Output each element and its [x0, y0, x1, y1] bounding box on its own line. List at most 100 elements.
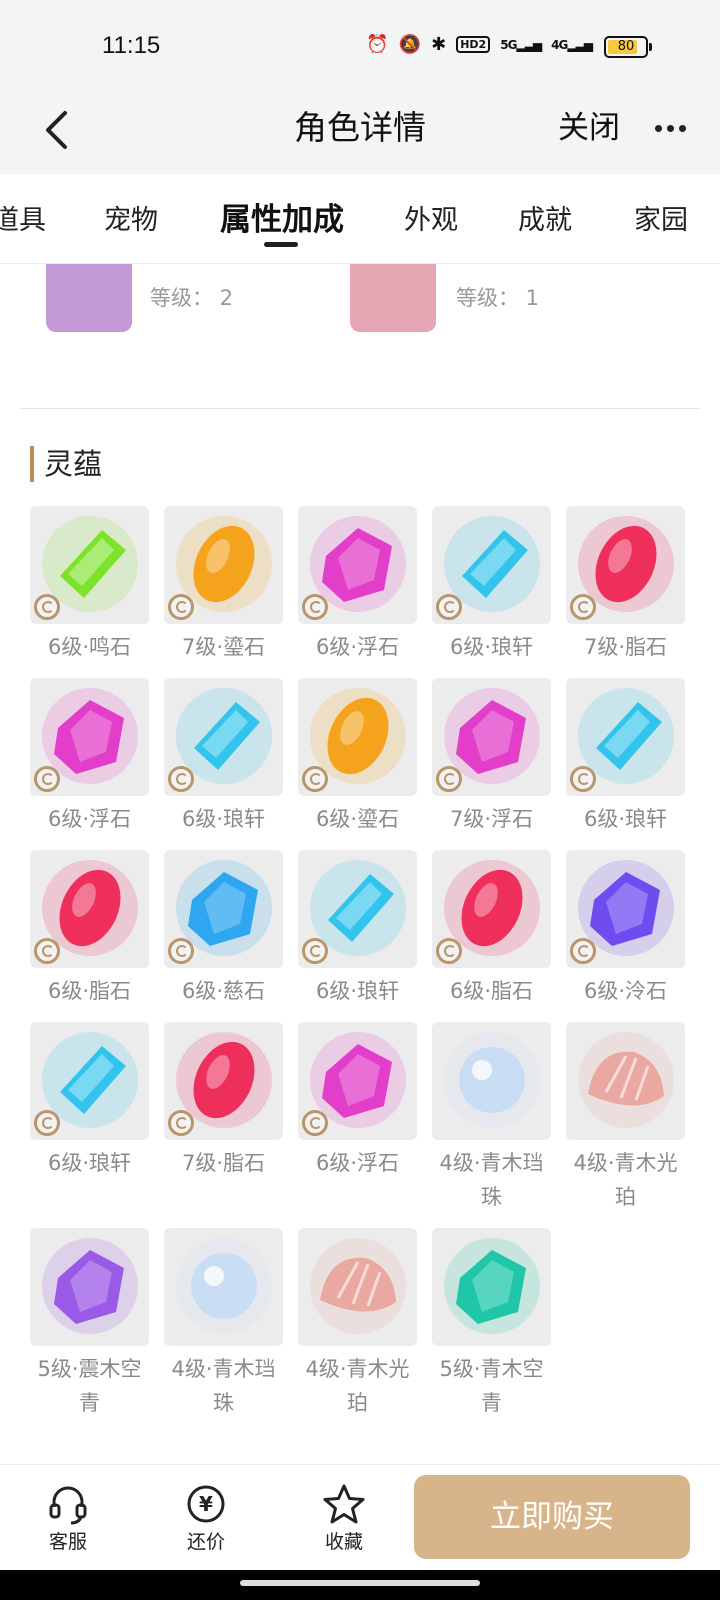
lingyun-item-image[interactable] [164, 1228, 283, 1346]
bound-badge-icon [34, 938, 60, 964]
gem-icon [310, 1238, 406, 1334]
lingyun-item[interactable]: 4级·青木光珀 [298, 1228, 417, 1420]
lingyun-item-image[interactable] [566, 506, 685, 624]
pet-level: 等级： 2 [150, 286, 234, 310]
lingyun-item-label: 7级·脂石 [181, 1151, 266, 1175]
lingyun-item-image[interactable] [298, 850, 417, 968]
bottom-bar: 客服 ¥ 还价 收藏 立即购买 [0, 1464, 720, 1570]
bargain-button[interactable]: ¥ 还价 [166, 1483, 246, 1554]
lingyun-item[interactable]: 6级·琅轩 [164, 678, 283, 836]
lingyun-item[interactable]: 6级·鸣石 [30, 506, 149, 664]
lingyun-item-image[interactable] [298, 678, 417, 796]
bluetooth-icon: ✱ [431, 34, 447, 55]
lingyun-item-image[interactable] [30, 678, 149, 796]
pet-image[interactable] [46, 264, 132, 332]
lingyun-item[interactable]: 7级·浮石 [432, 678, 551, 836]
lingyun-item-label: 4级·青木光珀 [573, 1151, 678, 1209]
lingyun-item[interactable]: 5级·震木空青 [30, 1228, 149, 1420]
bound-badge-icon [570, 594, 596, 620]
active-tab-indicator [264, 242, 298, 247]
home-indicator[interactable] [240, 1580, 480, 1586]
battery-icon: 80 [604, 36, 652, 58]
lingyun-item[interactable]: 6级·浮石 [298, 506, 417, 664]
bound-badge-icon [168, 766, 194, 792]
lingyun-item-label: 6级·泠石 [583, 979, 668, 1003]
lingyun-item[interactable]: 6级·琅轩 [298, 850, 417, 1008]
tab-home[interactable]: 家园 [634, 198, 688, 237]
lingyun-item[interactable]: 4级·青木光珀 [566, 1022, 685, 1214]
lingyun-item[interactable]: 6级·脂石 [432, 850, 551, 1008]
lingyun-item-label: 6级·瑬石 [315, 807, 400, 831]
service-button[interactable]: 客服 [28, 1483, 108, 1554]
lingyun-item-image[interactable] [432, 678, 551, 796]
lingyun-item-image[interactable] [432, 1022, 551, 1140]
favorite-button[interactable]: 收藏 [304, 1483, 384, 1554]
tab-attribute-bonus[interactable]: 属性加成 [220, 194, 344, 239]
lingyun-item-label: 6级·浮石 [315, 635, 400, 659]
lingyun-item[interactable]: 4级·青木珰珠 [164, 1228, 283, 1420]
lingyun-item-image[interactable] [30, 1022, 149, 1140]
lingyun-item-image[interactable] [432, 506, 551, 624]
lingyun-item-image[interactable] [432, 1228, 551, 1346]
lingyun-item[interactable]: 5级·青木空青 [432, 1228, 551, 1420]
pet-row: 等级： 2 等级： 1 [0, 264, 720, 344]
lingyun-item[interactable]: 6级·琅轩 [432, 506, 551, 664]
lingyun-item[interactable]: 6级·脂石 [30, 850, 149, 1008]
more-dot-icon [654, 124, 662, 132]
lingyun-item-label: 4级·青木光珀 [305, 1357, 410, 1415]
pet-level: 等级： 1 [456, 286, 540, 310]
lingyun-item[interactable]: 6级·慈石 [164, 850, 283, 1008]
lingyun-item-label: 5级·震木空青 [37, 1357, 142, 1415]
svg-text:¥: ¥ [199, 1492, 213, 1516]
lingyun-item-label: 6级·脂石 [47, 979, 132, 1003]
lingyun-item[interactable]: 6级·浮石 [30, 678, 149, 836]
lingyun-item-label: 7级·瑬石 [181, 635, 266, 659]
headset-icon [28, 1483, 108, 1525]
tab-achievements[interactable]: 成就 [518, 198, 572, 237]
lingyun-item-image[interactable] [30, 1228, 149, 1346]
lingyun-item-label: 6级·浮石 [47, 807, 132, 831]
lingyun-item-image[interactable] [298, 1022, 417, 1140]
buy-now-button[interactable]: 立即购买 [414, 1475, 690, 1559]
lingyun-item[interactable]: 6级·琅轩 [566, 678, 685, 836]
lingyun-item[interactable]: 6级·琅轩 [30, 1022, 149, 1180]
lingyun-item-image[interactable] [432, 850, 551, 968]
gem-icon [444, 1032, 540, 1128]
lingyun-item-image[interactable] [164, 850, 283, 968]
lingyun-item[interactable]: 7级·脂石 [164, 1022, 283, 1180]
tab-bar: 道具 宠物 属性加成 外观 成就 家园 [0, 174, 720, 264]
lingyun-item[interactable]: 7级·脂石 [566, 506, 685, 664]
lingyun-item-image[interactable] [566, 850, 685, 968]
favorite-label: 收藏 [324, 1531, 363, 1553]
lingyun-item-image[interactable] [30, 850, 149, 968]
lingyun-item-image[interactable] [566, 678, 685, 796]
tab-items[interactable]: 道具 [0, 198, 46, 237]
service-label: 客服 [48, 1531, 87, 1553]
lingyun-item-image[interactable] [298, 506, 417, 624]
status-bar: 11:15 ⏰ 🔕 ✱ HD2 5G▂▃▅ 4G▂▃▅ 80 [0, 0, 720, 92]
tab-appearance[interactable]: 外观 [404, 198, 458, 237]
lingyun-item[interactable]: 7级·瑬石 [164, 506, 283, 664]
lingyun-item[interactable]: 4级·青木珰珠 [432, 1022, 551, 1214]
pet-image[interactable] [350, 264, 436, 332]
lingyun-item-image[interactable] [30, 506, 149, 624]
lingyun-item[interactable]: 6级·瑬石 [298, 678, 417, 836]
close-button[interactable]: 关闭 [558, 100, 620, 156]
bound-badge-icon [436, 594, 462, 620]
lingyun-item-label: 4级·青木珰珠 [171, 1357, 276, 1415]
lingyun-item[interactable]: 6级·浮石 [298, 1022, 417, 1180]
lingyun-item-label: 6级·琅轩 [315, 979, 400, 1003]
lingyun-item-image[interactable] [164, 678, 283, 796]
lingyun-item-image[interactable] [566, 1022, 685, 1140]
lingyun-item-image[interactable] [164, 1022, 283, 1140]
tab-pets[interactable]: 宠物 [104, 198, 158, 237]
more-button[interactable] [652, 110, 688, 146]
bound-badge-icon [168, 594, 194, 620]
lingyun-item-image[interactable] [164, 506, 283, 624]
bound-badge-icon [34, 766, 60, 792]
lingyun-item-image[interactable] [298, 1228, 417, 1346]
lingyun-item[interactable]: 6级·泠石 [566, 850, 685, 1008]
bound-badge-icon [570, 938, 596, 964]
bound-badge-icon [570, 766, 596, 792]
bound-badge-icon [302, 938, 328, 964]
